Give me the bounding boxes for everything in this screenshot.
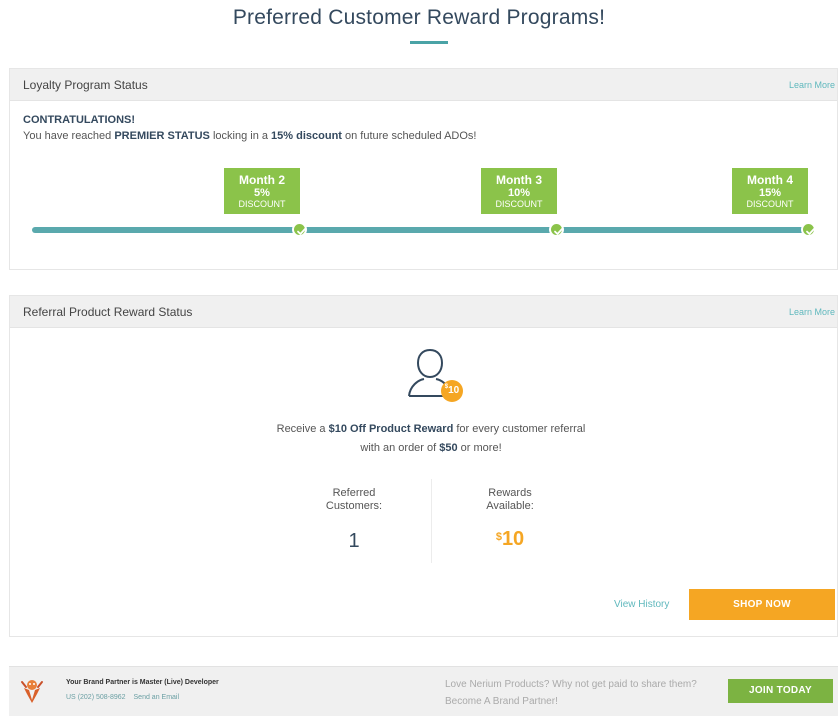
milestone-percent: 5% [254,187,270,199]
rewards-available-value: $10 [440,528,580,551]
partner-country: US [66,694,76,701]
milestone-month: Month 4 [747,173,793,187]
loyalty-panel: Loyalty Program Status Learn More CONTRA… [9,68,838,270]
milestone-month-4: Month 4 15% DISCOUNT [732,168,808,214]
message-status: PREMIER STATUS [114,130,210,142]
referral-learn-more-link[interactable]: Learn More [789,307,835,317]
message-suffix: on future scheduled ADOs! [341,130,477,142]
milestone-percent: 10% [507,187,531,199]
join-today-button[interactable]: JOIN TODAY [728,679,833,703]
congrats-heading: CONTRATULATIONS! [23,114,136,126]
shop-now-button[interactable]: SHOP NOW [689,589,835,620]
rewards-label-line1: Rewards [488,487,532,499]
stat-divider [431,479,432,563]
milestone-percent: 15% [758,187,782,199]
rewards-available-label: Rewards Available: [440,487,580,513]
rewards-amount: 10 [501,528,525,550]
milestone-label: DISCOUNT [238,199,286,209]
referred-label-line1: Referred [332,487,376,499]
referral-header-title: Referral Product Reward Status [23,305,193,319]
desc-reward: $10 Off Product Reward [328,423,454,435]
referral-panel: Referral Product Reward Status Learn Mor… [9,295,838,637]
mascot-avatar-icon [20,678,44,704]
message-middle: locking in a [209,130,272,142]
check-circle-icon [549,222,564,237]
desc-suffix: or more! [457,442,502,454]
partner-prefix: Your Brand Partner is [66,679,140,686]
loyalty-progress-track [32,227,808,233]
partner-name: Master (Live) Developer [139,679,219,686]
view-history-link[interactable]: View History [614,599,669,610]
reward-description: Receive a $10 Off Product Reward for eve… [270,420,592,458]
promo-text: Love Nerium Products? Why not get paid t… [445,679,697,690]
title-underline [410,41,448,44]
reward-badge-amount: 10 [448,385,460,396]
message-prefix: You have reached [23,130,115,142]
partner-phone: (202) 508-8962 [77,694,126,701]
page-title: Preferred Customer Reward Programs! [232,6,606,29]
loyalty-header-title: Loyalty Program Status [23,78,148,92]
referred-customers-value: 1 [348,530,360,552]
milestone-label: DISCOUNT [495,199,543,209]
check-circle-icon [292,222,307,237]
referral-panel-header: Referral Product Reward Status Learn Mor… [10,296,837,328]
loyalty-panel-header: Loyalty Program Status Learn More [10,69,837,101]
milestone-month-3: Month 3 10% DISCOUNT [481,168,557,214]
reward-badge: $10 [441,380,463,402]
milestone-month: Month 3 [496,173,542,187]
referred-customers-label: Referred Customers: [284,487,424,513]
send-email-link[interactable]: Send an Email [134,694,180,701]
milestone-month-2: Month 2 5% DISCOUNT [224,168,300,214]
loyalty-learn-more-link[interactable]: Learn More [789,80,835,90]
referred-label-line2: Customers: [325,500,383,512]
message-discount: 15% discount [271,130,342,142]
milestone-month: Month 2 [239,173,285,187]
congrats-message: You have reached PREMIER STATUS locking … [23,130,476,142]
milestone-label: DISCOUNT [746,199,794,209]
partner-contact: US (202) 508-8962 Send an Email [66,694,179,701]
become-brand-partner-link[interactable]: Become A Brand Partner! [445,696,558,707]
brand-partner-footer: Your Brand Partner is Master (Live) Deve… [9,666,838,716]
check-circle-icon [801,222,816,237]
brand-partner-line: Your Brand Partner is Master (Live) Deve… [66,679,219,686]
desc-min: $50 [439,442,458,454]
desc-prefix: Receive a [276,423,329,435]
rewards-label-line2: Available: [486,500,534,512]
